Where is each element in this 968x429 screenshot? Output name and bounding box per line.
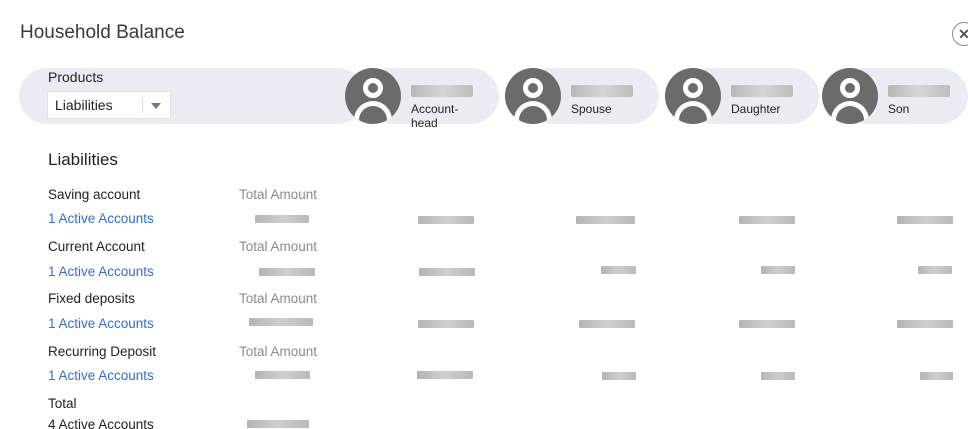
total-amount-label: Total Amount: [239, 344, 318, 359]
amount-redacted: [576, 216, 635, 224]
member-role: Spouse: [571, 102, 612, 116]
active-accounts-link[interactable]: 1 Active Accounts: [48, 316, 154, 331]
avatar-icon: [505, 68, 561, 124]
product-name: Fixed deposits: [48, 291, 136, 306]
member-role: Daughter: [731, 102, 781, 116]
total-amount-label: Total Amount: [239, 291, 318, 306]
amount-redacted: [255, 215, 309, 223]
amount-redacted: [419, 268, 475, 276]
amount-redacted: [897, 320, 953, 328]
amount-redacted: [417, 371, 473, 379]
close-icon: ✕: [958, 25, 968, 42]
product-name: Current Account: [48, 239, 145, 254]
product-name: Recurring Deposit: [48, 344, 157, 359]
amount-redacted: [249, 318, 313, 326]
total-amount-label: Total Amount: [239, 187, 318, 202]
products-select[interactable]: Liabilities: [47, 91, 171, 119]
product-name: Saving account: [48, 187, 141, 202]
amount-redacted: [418, 216, 474, 224]
total-amount-redacted: [247, 420, 309, 428]
amount-redacted: [601, 266, 636, 274]
active-accounts-link[interactable]: 1 Active Accounts: [48, 211, 154, 226]
amount-redacted: [259, 268, 315, 276]
products-label: Products: [48, 69, 104, 85]
amount-redacted: [918, 266, 952, 274]
total-active-accounts: 4 Active Accounts: [48, 417, 154, 429]
amount-redacted: [579, 320, 635, 328]
products-select-value: Liabilities: [55, 97, 113, 113]
avatar-icon: [822, 68, 878, 124]
select-divider: [142, 98, 143, 114]
amount-redacted: [761, 372, 795, 380]
total-label: Total: [48, 396, 77, 411]
amount-redacted: [739, 320, 795, 328]
amount-redacted: [255, 371, 310, 379]
total-amount-label: Total Amount: [239, 239, 318, 254]
avatar-icon: [665, 68, 721, 124]
amount-redacted: [920, 372, 953, 380]
amount-redacted: [418, 320, 474, 328]
amount-redacted: [897, 216, 953, 224]
member-name-redacted: [888, 85, 950, 97]
member-name-redacted: [411, 85, 473, 97]
member-name-redacted: [571, 85, 633, 97]
active-accounts-link[interactable]: 1 Active Accounts: [48, 264, 154, 279]
active-accounts-link[interactable]: 1 Active Accounts: [48, 368, 154, 383]
member-role: Son: [888, 102, 910, 116]
member-name-redacted: [731, 85, 793, 97]
section-title: Liabilities: [48, 150, 118, 169]
chevron-down-icon: [151, 103, 161, 109]
amount-redacted: [739, 216, 795, 224]
page-title: Household Balance: [20, 22, 185, 43]
close-button[interactable]: ✕: [952, 22, 968, 46]
avatar-icon: [345, 68, 401, 124]
amount-redacted: [602, 372, 636, 380]
member-role: Account-head: [411, 102, 459, 130]
amount-redacted: [761, 266, 795, 274]
